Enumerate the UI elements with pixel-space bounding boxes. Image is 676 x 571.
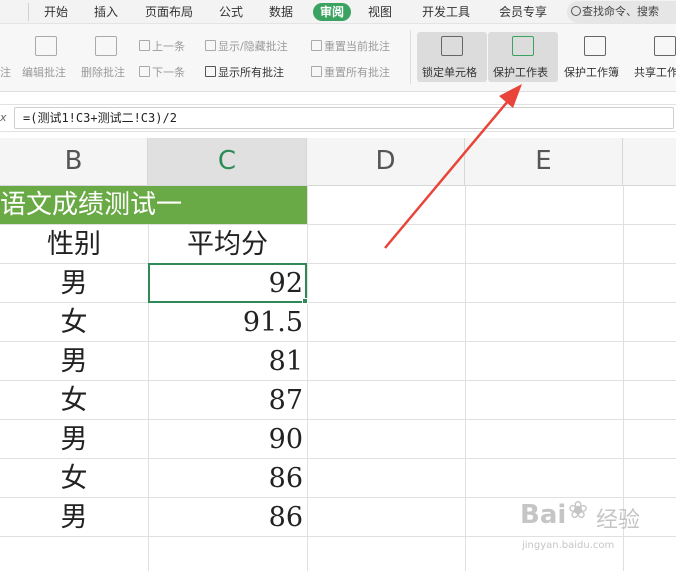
arrow-line (384, 94, 514, 249)
watermark-brand: Bai (520, 500, 567, 530)
watermark-url: jingyan.baidu.com (522, 540, 615, 551)
arrow-head (499, 84, 522, 108)
annotation-arrow (384, 84, 522, 249)
baidu-watermark: Bai ❀ 经验 jingyan.baidu.com (520, 496, 670, 560)
watermark-brand-2: 经验 (596, 508, 641, 533)
paw-icon: ❀ (568, 496, 589, 524)
